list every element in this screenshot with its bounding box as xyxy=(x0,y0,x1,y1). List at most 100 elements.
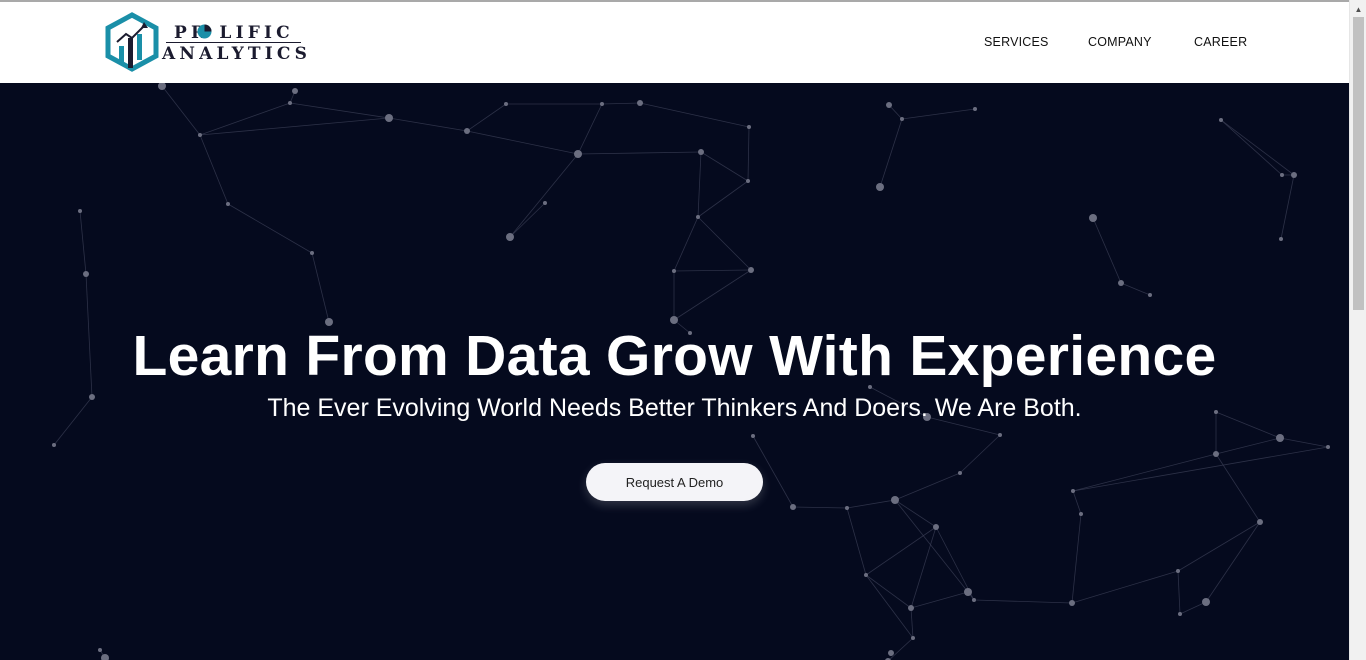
network-edge xyxy=(910,591,969,609)
network-edge xyxy=(865,574,912,609)
network-edge xyxy=(1071,570,1179,604)
network-node xyxy=(958,471,962,475)
brand-logo[interactable]: PR LIFIC ANALYTICS xyxy=(104,12,307,72)
network-node xyxy=(845,506,849,510)
network-node xyxy=(1069,600,1075,606)
network-edge xyxy=(673,216,699,272)
network-node xyxy=(1089,214,1097,222)
network-edge xyxy=(199,117,390,136)
network-edge xyxy=(888,637,914,660)
logo-wordmark-top: PR LIFIC xyxy=(174,23,294,43)
network-edge xyxy=(601,102,641,105)
network-edge xyxy=(697,151,702,218)
scrollbar-thumb[interactable] xyxy=(1353,17,1364,310)
network-node xyxy=(288,101,292,105)
network-edge xyxy=(697,180,749,218)
network-edge xyxy=(199,134,229,205)
network-node xyxy=(1202,598,1210,606)
hero-headline: Learn From Data Grow With Experience xyxy=(132,324,1217,388)
network-node xyxy=(464,128,470,134)
logo-wordmark-bottom: ANALYTICS xyxy=(162,44,312,64)
network-edge xyxy=(1205,521,1261,603)
network-node xyxy=(998,433,1002,437)
network-edge xyxy=(910,526,937,609)
nav-company-link[interactable]: COMPANY xyxy=(1088,35,1194,49)
network-node xyxy=(891,496,899,504)
scroll-up-arrow-icon[interactable]: ▲ xyxy=(1350,3,1366,17)
network-node xyxy=(101,654,109,660)
hexagon-bar-chart-logo-icon xyxy=(105,12,159,72)
network-edge xyxy=(673,269,752,321)
network-edge xyxy=(865,574,914,639)
main-nav: SERVICES COMPANY CAREER xyxy=(984,35,1254,49)
network-node xyxy=(1257,519,1263,525)
nav-career-link[interactable]: CAREER xyxy=(1194,35,1254,49)
logo-divider xyxy=(166,42,301,43)
nav-services-link[interactable]: SERVICES xyxy=(984,35,1088,49)
network-node xyxy=(876,183,884,191)
network-node xyxy=(83,271,89,277)
network-node xyxy=(574,150,582,158)
vertical-scrollbar[interactable]: ▲ xyxy=(1349,0,1366,660)
network-edge xyxy=(1279,437,1329,448)
network-node xyxy=(1326,445,1330,449)
network-edge xyxy=(1092,217,1122,284)
network-node xyxy=(198,133,202,137)
network-edge xyxy=(1220,119,1295,176)
network-node xyxy=(964,588,972,596)
hero-section: Learn From Data Grow With Experience The… xyxy=(0,83,1349,660)
network-node xyxy=(972,598,976,602)
network-edge xyxy=(199,102,291,136)
network-edge xyxy=(227,203,313,254)
network-edge xyxy=(879,118,903,188)
network-edge xyxy=(1177,521,1261,572)
network-node xyxy=(226,202,230,206)
network-node xyxy=(158,83,166,90)
network-edge xyxy=(894,499,937,528)
network-node xyxy=(698,149,704,155)
network-node xyxy=(1079,512,1083,516)
network-edge xyxy=(865,526,937,576)
network-edge xyxy=(639,102,750,128)
network-node xyxy=(864,573,868,577)
network-node xyxy=(1276,434,1284,442)
network-node xyxy=(52,443,56,447)
network-edge xyxy=(1072,453,1217,492)
network-edge xyxy=(509,202,546,238)
network-edge xyxy=(1177,570,1181,615)
network-edge xyxy=(79,210,87,275)
network-edge xyxy=(1215,453,1261,523)
network-node xyxy=(78,209,82,213)
network-edge xyxy=(1215,437,1281,455)
network-edge xyxy=(388,117,468,132)
network-node xyxy=(1213,451,1219,457)
network-node xyxy=(98,648,102,652)
network-node xyxy=(696,215,700,219)
network-edge xyxy=(1220,119,1283,176)
network-edge xyxy=(161,85,201,136)
network-edge xyxy=(289,102,390,119)
network-node xyxy=(672,269,676,273)
network-node xyxy=(1148,293,1152,297)
network-edge xyxy=(846,499,896,509)
network-node xyxy=(911,636,915,640)
network-node xyxy=(1176,569,1180,573)
request-demo-button[interactable]: Request A Demo xyxy=(586,463,763,501)
network-node xyxy=(1280,173,1284,177)
network-edge xyxy=(894,472,961,501)
network-edge xyxy=(509,153,579,238)
network-edge xyxy=(910,607,914,639)
network-node xyxy=(1291,172,1297,178)
network-node xyxy=(933,524,939,530)
network-edge xyxy=(846,507,867,576)
network-node xyxy=(886,102,892,108)
network-edge xyxy=(466,103,507,132)
network-edge xyxy=(747,126,750,182)
network-edge xyxy=(894,499,969,593)
network-node xyxy=(506,233,514,241)
site-header: PR LIFIC ANALYTICS SERVICES COMPANY CARE… xyxy=(0,2,1349,83)
network-edge xyxy=(697,216,752,271)
network-node xyxy=(1118,280,1124,286)
network-node xyxy=(637,100,643,106)
network-node xyxy=(1219,118,1223,122)
